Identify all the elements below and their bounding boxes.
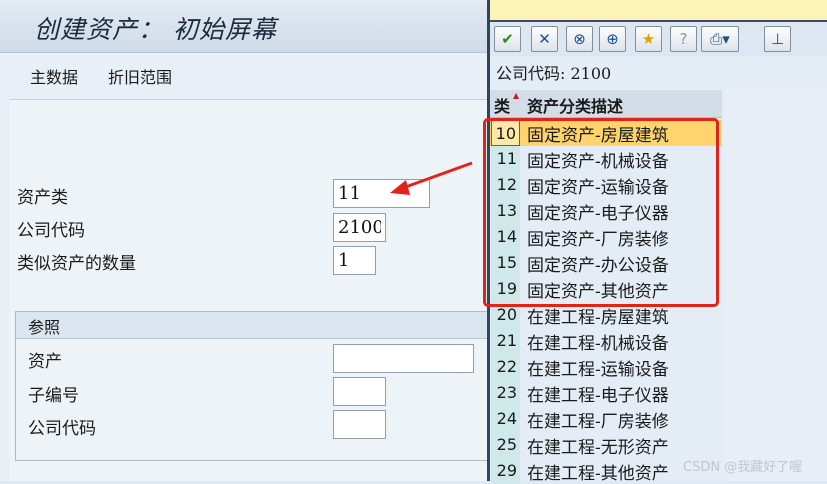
company-code-input[interactable] [333,213,386,242]
ref-asset-label: 资产 [28,352,62,372]
help-icon[interactable]: ? [670,26,697,52]
list-item[interactable]: 24 在建工程-厂房装修 [490,406,722,432]
list-item[interactable]: 20 在建工程-房屋建筑 [490,302,722,328]
asset-class-description: 在建工程-厂房装修 [527,412,669,432]
reference-group-title: 参照 [28,318,61,337]
company-code-label: 公司代码 [17,221,85,241]
list-item[interactable]: 22 在建工程-运输设备 [490,354,722,380]
list-item[interactable]: 10 固定资产-房屋建筑 [490,120,722,146]
asset-class-description: 在建工程-房屋建筑 [527,308,669,328]
check-icon[interactable]: ✔ [494,26,521,52]
asset-class-key: 19 [491,276,520,302]
ref-subnumber-label: 子编号 [28,386,79,406]
company-code-info: 公司代码: 2100 [496,64,612,83]
asset-class-description: 在建工程-无形资产 [527,438,669,458]
list-item[interactable]: 25 在建工程-无形资产 [490,432,722,458]
asset-class-description: 在建工程-其他资产 [527,464,669,484]
list-header: 类 ▲ 资产分类描述 [490,90,722,118]
asset-class-description: 固定资产-办公设备 [527,256,669,276]
ref-company-code-input[interactable] [333,410,386,439]
reference-group-header: 参照 [16,312,487,339]
asset-class-key: 12 [491,172,520,198]
asset-class-key: 13 [491,198,520,224]
asset-class-key: 11 [491,146,520,172]
asset-class-key: 10 [491,120,520,146]
asset-class-key: 24 [491,406,520,432]
binoculars-icon[interactable]: ⊗ [566,26,593,52]
asset-class-key: 25 [491,432,520,458]
ref-company-code-label: 公司代码 [28,419,96,439]
pin-icon[interactable]: ⊥ [764,26,791,52]
asset-class-input[interactable] [333,179,430,208]
list-item[interactable]: 11 固定资产-机械设备 [490,146,722,172]
title-bar: 创建资产： 初始屏幕 [0,0,487,53]
list-item[interactable]: 23 在建工程-电子仪器 [490,380,722,406]
list-item[interactable]: 13 固定资产-电子仪器 [490,198,722,224]
similar-assets-count-label: 类似资产的数量 [17,254,136,274]
asset-class-key: 15 [491,250,520,276]
asset-class-key: 22 [491,354,520,380]
ref-subnumber-input[interactable] [333,377,386,406]
asset-class-description: 在建工程-机械设备 [527,334,669,354]
list-item[interactable]: 19 固定资产-其他资产 [490,276,722,302]
asset-class-key: 14 [491,224,520,250]
watermark: CSDN @我藏好了喔 [683,460,803,475]
popup-toolbar: ✔ ✕ ⊗ ⊕ ★ ? ⎙▾ ⊥ [490,22,827,56]
asset-class-key: 20 [491,302,520,328]
asset-class-description: 固定资产-其他资产 [527,282,669,302]
ref-asset-input[interactable] [333,344,474,373]
list-item[interactable]: 12 固定资产-运输设备 [490,172,722,198]
popup-empty-area [725,90,827,481]
asset-class-key: 21 [491,328,520,354]
asset-class-description: 固定资产-房屋建筑 [527,126,669,146]
application-toolbar: 主数据 折旧范围 [10,53,487,100]
asset-class-description: 固定资产-机械设备 [527,152,669,172]
asset-class-description: 在建工程-运输设备 [527,360,669,380]
popup-title-strip [490,0,827,22]
column-header-description[interactable]: 资产分类描述 [527,93,623,117]
depreciation-areas-button[interactable]: 折旧范围 [108,64,172,88]
master-data-button[interactable]: 主数据 [30,64,78,88]
list-item[interactable]: 14 固定资产-厂房装修 [490,224,722,250]
asset-class-label: 资产类 [17,188,68,208]
asset-class-description: 固定资产-运输设备 [527,178,669,198]
asset-class-description: 固定资产-电子仪器 [527,204,669,224]
binoculars-next-icon[interactable]: ⊕ [599,26,626,52]
column-header-class[interactable]: 类 [494,93,510,117]
asset-class-description: 固定资产-厂房装修 [527,230,669,250]
asset-class-value-help: ✔ ✕ ⊗ ⊕ ★ ? ⎙▾ ⊥ 公司代码: 2100 类 ▲ 资产分类描述 1… [487,0,827,484]
print-icon[interactable]: ⎙▾ [701,26,739,52]
close-icon[interactable]: ✕ [531,26,558,52]
asset-class-key: 23 [491,380,520,406]
sort-ascending-icon: ▲ [513,91,520,100]
list-item[interactable]: 15 固定资产-办公设备 [490,250,722,276]
asset-class-description: 在建工程-电子仪器 [527,386,669,406]
asset-class-key: 29 [491,458,520,484]
list-item[interactable]: 21 在建工程-机械设备 [490,328,722,354]
similar-assets-count-input[interactable] [333,246,376,275]
page-title: 创建资产： 初始屏幕 [34,15,277,44]
favorite-add-icon[interactable]: ★ [635,26,662,52]
